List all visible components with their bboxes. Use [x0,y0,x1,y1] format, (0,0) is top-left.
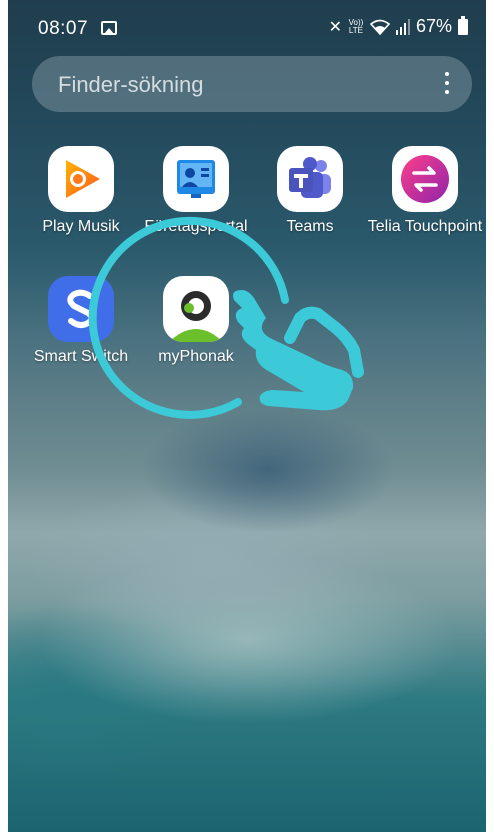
teams-icon [277,146,343,212]
status-time: 08:07 [38,18,89,39]
app-label: Teams [286,218,334,235]
battery-percent: 67% [415,16,452,36]
app-label: Telia Touchpoint [367,218,483,235]
app-label: myPhonak [158,348,234,365]
app-myphonak[interactable]: myPhonak [136,276,256,367]
app-telia-touchpoint[interactable]: Telia Touchpoint [365,146,485,237]
gallery-icon [101,21,117,35]
mute-icon: ✕ [328,18,342,36]
app-label: Företagsportal [144,218,248,235]
finder-search-bar[interactable]: Finder-sökning [32,56,472,112]
status-icons: ✕ Vo)) LTE 67% [328,15,468,37]
app-smart-switch[interactable]: Smart Switch [21,276,141,367]
volte-icon: Vo)) LTE [348,17,364,35]
telia-touchpoint-icon [392,146,458,212]
wifi-icon [369,19,390,35]
myphonak-icon [163,276,229,342]
signal-icon [395,18,410,35]
play-music-icon [48,146,114,212]
app-foretagsportal[interactable]: Företagsportal [136,146,256,257]
home-screen: 08:07 ✕ Vo)) LTE 67% Finder-sökning Play… [8,0,486,832]
search-placeholder: Finder-sökning [58,72,204,97]
app-label: Smart Switch [33,348,129,365]
tap-gesture-overlay [88,216,364,419]
battery-icon [458,15,468,35]
company-portal-icon [163,146,229,212]
more-vert-icon[interactable] [444,72,450,96]
status-bar: 08:07 ✕ Vo)) LTE 67% [8,0,486,56]
smart-switch-icon [48,276,114,342]
app-play-musik[interactable]: Play Musik [21,146,141,237]
app-teams[interactable]: Teams [250,146,370,237]
app-label: Play Musik [42,218,120,235]
